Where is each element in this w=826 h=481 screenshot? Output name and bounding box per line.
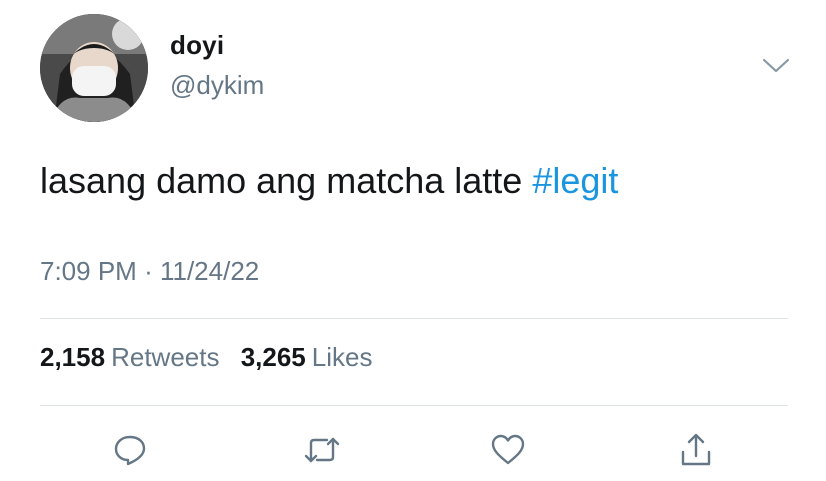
hashtag-link[interactable]: #legit bbox=[532, 160, 618, 201]
likes-stat[interactable]: 3,265 Likes bbox=[241, 342, 373, 372]
retweets-count: 2,158 bbox=[40, 342, 106, 372]
heart-icon[interactable] bbox=[488, 430, 528, 470]
divider bbox=[40, 405, 788, 406]
chevron-down-icon[interactable] bbox=[760, 56, 792, 76]
tweet-stats: 2,158 Retweets 3,265 Likes bbox=[40, 342, 372, 373]
avatar[interactable] bbox=[40, 14, 148, 122]
display-name[interactable]: doyi bbox=[170, 30, 224, 61]
divider bbox=[40, 318, 788, 319]
share-icon[interactable] bbox=[676, 430, 716, 470]
retweets-stat[interactable]: 2,158 Retweets bbox=[40, 342, 219, 372]
tweet-date: 11/24/22 bbox=[159, 256, 260, 286]
tweet-timestamp[interactable]: 7:09 PM · 11/24/22 bbox=[40, 256, 259, 287]
reply-icon[interactable] bbox=[110, 430, 150, 470]
timestamp-separator: · bbox=[144, 256, 153, 286]
retweets-label: Retweets bbox=[111, 342, 220, 372]
likes-count: 3,265 bbox=[240, 342, 306, 372]
retweet-icon[interactable] bbox=[302, 430, 342, 470]
likes-label: Likes bbox=[311, 342, 373, 372]
user-handle[interactable]: @dykim bbox=[170, 70, 264, 101]
avatar-image bbox=[40, 14, 148, 122]
tweet-body: lasang damo ang matcha latte bbox=[40, 160, 533, 201]
tweet-card: doyi @dykim lasang damo ang matcha latte… bbox=[0, 0, 826, 481]
tweet-text: lasang damo ang matcha latte #legit bbox=[40, 160, 618, 202]
tweet-time: 7:09 PM bbox=[40, 256, 137, 286]
action-bar bbox=[0, 430, 826, 470]
